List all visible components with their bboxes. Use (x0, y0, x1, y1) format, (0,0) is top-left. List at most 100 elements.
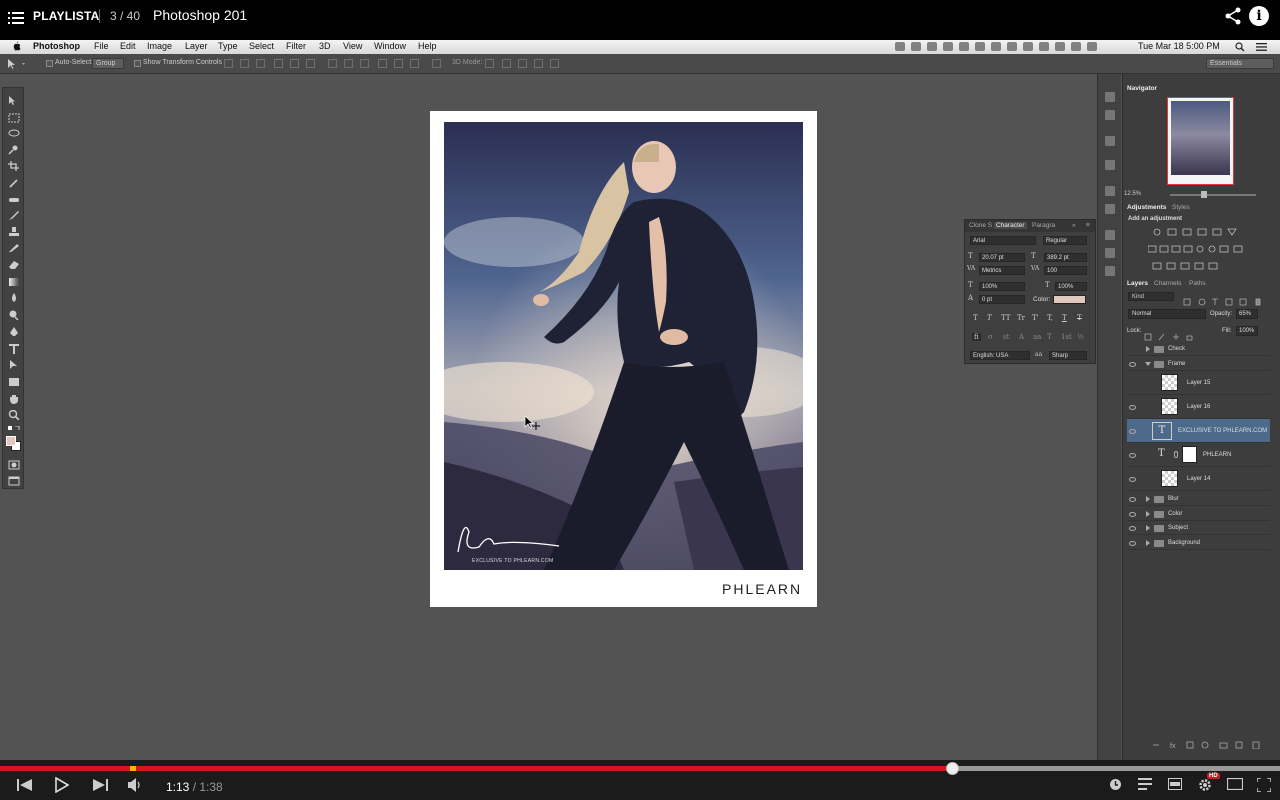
menu-view[interactable]: View (343, 41, 362, 51)
all-caps-icon[interactable]: TT (1001, 314, 1010, 322)
menu-image[interactable]: Image (147, 41, 172, 51)
language-dropdown[interactable]: English: USA (970, 351, 1030, 360)
playlist-label[interactable]: PLAYLISTA (33, 9, 99, 23)
menu-app-photoshop[interactable]: Photoshop (33, 41, 80, 51)
align-icon[interactable] (290, 59, 299, 68)
volume-icon[interactable] (127, 778, 143, 792)
menu-window[interactable]: Window (374, 41, 406, 51)
status-icon[interactable] (1039, 42, 1049, 51)
font-family-field[interactable]: Arial (970, 236, 1036, 245)
panel-menu-icon[interactable]: ≡ (1086, 222, 1090, 229)
font-style-field[interactable]: Regular (1043, 236, 1087, 245)
layer-row[interactable]: Check (1127, 342, 1270, 356)
navigator-zoom-value[interactable]: 12.5% (1124, 191, 1141, 197)
opentype-icon[interactable]: ½ (1077, 333, 1084, 341)
play-icon[interactable] (55, 777, 69, 793)
layer-row[interactable]: Layer 15 (1127, 371, 1270, 395)
subtitles-icon[interactable] (1138, 778, 1152, 790)
faux-italic-icon[interactable]: T (987, 314, 992, 322)
distribute-icon[interactable] (360, 59, 369, 68)
kerning-field[interactable]: Metrics (979, 266, 1025, 275)
brush-tool-icon[interactable] (8, 211, 20, 221)
workspace-switcher[interactable]: Essentials (1206, 58, 1274, 69)
align-icon[interactable] (224, 59, 233, 68)
rectangle-tool-icon[interactable] (8, 377, 20, 387)
distribute-icon[interactable] (410, 59, 419, 68)
eye-icon[interactable] (1129, 541, 1136, 546)
auto-select-dropdown[interactable]: Group (92, 58, 124, 69)
eye-icon[interactable] (1129, 512, 1136, 517)
baseline-shift-field[interactable]: 0 pt (979, 295, 1025, 304)
hand-tool-icon[interactable] (8, 394, 20, 404)
volume-icon[interactable] (1087, 42, 1097, 51)
font-size-field[interactable]: 20.07 pt (979, 253, 1025, 262)
menu-3d[interactable]: 3D (319, 41, 331, 51)
menu-help[interactable]: Help (418, 41, 437, 51)
expand-arrow-icon[interactable] (1146, 540, 1150, 546)
menu-select[interactable]: Select (249, 41, 274, 51)
3d-drag-icon[interactable] (518, 59, 527, 68)
layer-row[interactable]: Layer 16 (1127, 395, 1270, 419)
status-icon[interactable] (927, 42, 937, 51)
align-icon[interactable] (240, 59, 249, 68)
opentype-icon[interactable]: st (1003, 333, 1009, 341)
distribute-icon[interactable] (378, 59, 387, 68)
tab-styles[interactable]: Styles (1172, 204, 1190, 211)
move-tool-icon[interactable] (8, 96, 20, 106)
3d-rotate-icon[interactable] (485, 59, 494, 68)
history-brush-tool-icon[interactable] (8, 243, 20, 253)
eye-icon[interactable] (1129, 362, 1136, 367)
tab-adjustments[interactable]: Adjustments (1127, 204, 1166, 211)
paragraph-panel-icon[interactable] (1105, 266, 1115, 276)
layer-row[interactable]: Color (1127, 507, 1270, 521)
small-caps-icon[interactable]: Tr (1017, 314, 1025, 322)
antialias-dropdown[interactable]: Sharp (1049, 351, 1087, 360)
superscript-icon[interactable]: T' (1032, 314, 1039, 322)
eyedropper-tool-icon[interactable] (8, 178, 20, 188)
foreground-color-swatch[interactable] (6, 436, 16, 446)
auto-select-checkbox[interactable] (46, 60, 53, 67)
layer-row[interactable]: Frame (1127, 357, 1270, 371)
3d-slide-icon[interactable] (534, 59, 543, 68)
horizontal-scale-field[interactable]: 100% (1055, 282, 1087, 291)
underline-icon[interactable]: T (1062, 314, 1067, 322)
vertical-scale-field[interactable]: 100% (979, 282, 1025, 291)
screen-mode-icon[interactable] (8, 476, 20, 486)
expand-arrow-icon[interactable] (1146, 496, 1150, 502)
3d-roll-icon[interactable] (502, 59, 511, 68)
navigator-title[interactable]: Navigator (1127, 85, 1157, 92)
brush-panel-icon[interactable] (1105, 186, 1115, 196)
auto-align-icon[interactable] (432, 59, 441, 68)
share-icon[interactable] (1224, 7, 1242, 25)
layer-row[interactable]: T PHLEARN (1127, 443, 1270, 467)
menu-layer[interactable]: Layer (185, 41, 208, 51)
status-icon[interactable] (975, 42, 985, 51)
layer-row[interactable]: Subject (1127, 521, 1270, 535)
brush-presets-icon[interactable] (1105, 204, 1115, 214)
opentype-icon[interactable]: 1st (1061, 333, 1072, 341)
spotlight-search-icon[interactable] (1235, 42, 1245, 52)
dodge-tool-icon[interactable] (8, 310, 20, 320)
align-icon[interactable] (256, 59, 265, 68)
history-panel-icon[interactable] (1105, 92, 1115, 102)
navigator-zoom-slider[interactable] (1170, 194, 1256, 196)
tracking-field[interactable]: 100 (1044, 266, 1087, 275)
notification-center-icon[interactable] (1256, 42, 1267, 52)
subscript-icon[interactable]: T, (1047, 314, 1053, 322)
status-icon[interactable] (1055, 42, 1065, 51)
eye-icon[interactable] (1129, 526, 1136, 531)
status-icon[interactable] (959, 42, 969, 51)
quick-mask-icon[interactable] (8, 460, 20, 470)
annotations-icon[interactable] (1168, 778, 1182, 790)
text-color-swatch[interactable] (1053, 295, 1086, 304)
histogram-panel-icon[interactable] (1105, 136, 1115, 146)
character-panel-icon[interactable] (1105, 248, 1115, 258)
collapse-icon[interactable]: » (1072, 222, 1076, 229)
fullscreen-icon[interactable] (1257, 778, 1271, 792)
menu-edit[interactable]: Edit (120, 41, 136, 51)
3d-scale-icon[interactable] (550, 59, 559, 68)
settings-gear-icon[interactable] (1198, 778, 1212, 792)
strikethrough-icon[interactable]: T (1077, 314, 1082, 322)
eye-icon[interactable] (1129, 405, 1136, 410)
menubar-clock[interactable]: Tue Mar 18 5:00 PM (1138, 41, 1220, 51)
